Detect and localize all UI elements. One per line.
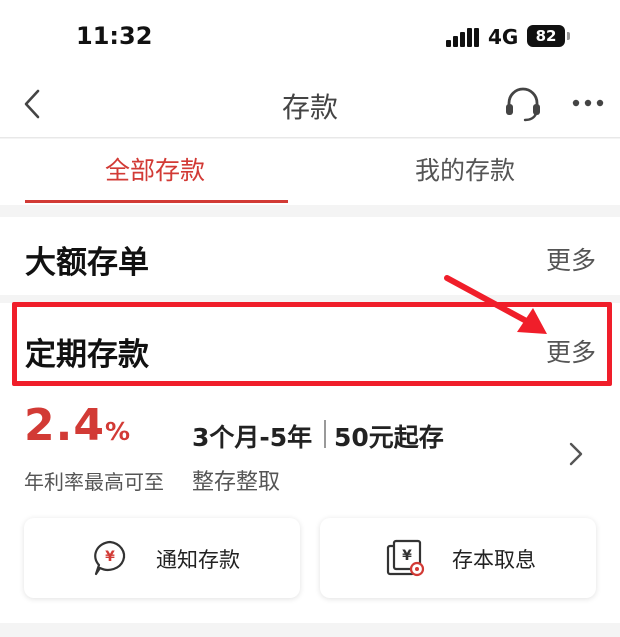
status-bar: 11:32 4G 82	[0, 0, 620, 70]
interest-deposit-label: 存本取息	[452, 548, 536, 572]
rate-unit: %	[104, 417, 132, 446]
svg-text:¥: ¥	[402, 548, 412, 564]
network-label: 4G	[488, 25, 519, 49]
min-deposit: 50元起存	[334, 423, 444, 452]
battery-icon: 82	[527, 25, 571, 47]
tab-all-deposits[interactable]: 全部存款	[0, 139, 310, 205]
more-icon[interactable]	[570, 96, 606, 110]
status-time: 11:32	[76, 22, 153, 50]
large-deposit-title: 大额存单	[25, 245, 149, 281]
product-type: 整存整取	[192, 470, 281, 495]
notice-deposit-label: 通知存款	[156, 548, 240, 572]
yen-document-icon: ¥	[386, 539, 425, 577]
divider	[324, 420, 326, 448]
rate-number: 2.4	[24, 400, 105, 451]
rate-label: 年利率最高可至	[24, 470, 164, 494]
chevron-right-icon[interactable]	[567, 440, 585, 468]
nav-bar: 存款	[0, 70, 620, 138]
headset-icon[interactable]	[503, 86, 543, 122]
arrow-annotation-icon	[444, 275, 547, 334]
yen-speech-bubble-icon: ¥	[94, 540, 126, 576]
term-range: 3个月-5年	[192, 423, 313, 452]
notice-deposit-card[interactable]: ¥ 通知存款	[24, 518, 300, 598]
signal-icon	[446, 28, 479, 47]
battery-level: 82	[527, 25, 565, 47]
svg-text:¥: ¥	[105, 549, 115, 565]
deposit-tabs: 全部存款 我的存款	[0, 139, 620, 205]
rate-value[interactable]: 2.4%	[24, 400, 131, 451]
battery-cap	[567, 32, 570, 40]
interest-deposit-card[interactable]: ¥ 存本取息	[320, 518, 596, 598]
active-tab-indicator	[25, 200, 288, 203]
tab-my-deposits[interactable]: 我的存款	[310, 139, 620, 205]
